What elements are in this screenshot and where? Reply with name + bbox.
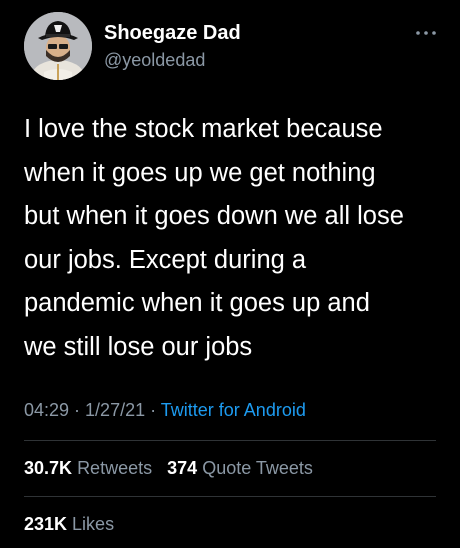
tweet-metadata: 04:29 · 1/27/21 · Twitter for Android: [24, 400, 306, 421]
divider: [24, 496, 436, 497]
quote-tweets-label: Quote Tweets: [202, 458, 313, 478]
tweet-card: Shoegaze Dad @yeoldedad I love the stock…: [0, 0, 460, 548]
retweets-label: Retweets: [77, 458, 153, 478]
retweets-stat[interactable]: 30.7K Retweets: [24, 458, 152, 478]
engagement-stats: 30.7K Retweets 374 Quote Tweets: [24, 458, 313, 479]
quote-tweets-stat[interactable]: 374 Quote Tweets: [167, 458, 313, 478]
tweet-source-link[interactable]: Twitter for Android: [161, 400, 306, 420]
divider: [24, 440, 436, 441]
user-handle[interactable]: @yeoldedad: [104, 50, 205, 71]
tweet-date[interactable]: 1/27/21: [85, 400, 145, 420]
likes-stat[interactable]: 231K Likes: [24, 514, 114, 535]
tweet-text: I love the stock market because when it …: [24, 115, 404, 361]
likes-label: Likes: [72, 514, 115, 534]
retweets-count: 30.7K: [24, 458, 73, 478]
quote-tweets-count: 374: [167, 458, 198, 478]
avatar[interactable]: [24, 12, 92, 80]
tweet-time[interactable]: 04:29: [24, 400, 69, 420]
meta-separator: ·: [69, 400, 86, 420]
meta-separator: ·: [145, 400, 161, 420]
likes-count: 231K: [24, 514, 68, 534]
more-options-icon[interactable]: [414, 24, 438, 42]
display-name[interactable]: Shoegaze Dad: [104, 22, 241, 45]
profile-photo-icon: [24, 12, 92, 80]
